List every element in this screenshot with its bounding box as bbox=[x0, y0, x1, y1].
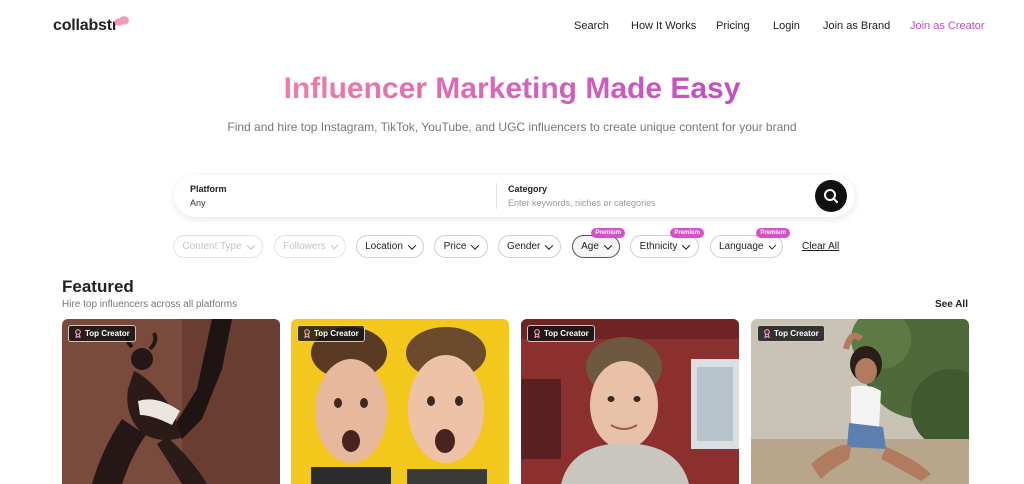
chevron-down-icon bbox=[545, 240, 554, 250]
chevron-down-icon bbox=[682, 240, 691, 250]
filter-label: Content Type bbox=[182, 241, 242, 252]
nav-search[interactable]: Search bbox=[574, 20, 609, 32]
featured-title: Featured bbox=[62, 277, 134, 296]
chevron-down-icon bbox=[407, 240, 417, 250]
filter-gender[interactable]: Gender bbox=[498, 235, 561, 258]
chevron-down-icon bbox=[330, 241, 339, 250]
creator-photo bbox=[291, 319, 509, 484]
filter-content-type[interactable]: Content Type bbox=[173, 235, 263, 258]
award-icon bbox=[534, 329, 540, 338]
search-divider bbox=[496, 183, 497, 209]
filter-language[interactable]: Language Premium bbox=[710, 228, 790, 258]
search-bar: Platform Any Category Enter keywords, ni… bbox=[174, 175, 855, 217]
platform-label: Platform bbox=[190, 184, 227, 194]
filter-label: Ethnicity bbox=[639, 241, 678, 252]
search-icon bbox=[824, 189, 838, 203]
top-creator-badge: Top Creator bbox=[68, 325, 136, 342]
chevron-down-icon bbox=[246, 240, 255, 250]
badge-label: Top Creator bbox=[544, 329, 589, 338]
nav-pricing[interactable]: Pricing bbox=[716, 20, 750, 32]
cloud-logo-icon bbox=[114, 16, 129, 26]
nav-join-as-creator[interactable]: Join as Creator bbox=[910, 20, 985, 32]
filter-ethnicity[interactable]: Ethnicity Premium bbox=[630, 228, 704, 258]
category-input[interactable]: Enter keywords, niches or categories bbox=[508, 198, 656, 208]
filter-location[interactable]: Location bbox=[356, 235, 424, 258]
hero-subtitle: Find and hire top Instagram, TikTok, You… bbox=[227, 120, 797, 134]
award-icon bbox=[75, 329, 81, 338]
platform-select[interactable]: Platform Any bbox=[174, 175, 494, 217]
badge-label: Top Creator bbox=[774, 329, 819, 338]
featured-subtitle: Hire top influencers across all platform… bbox=[62, 299, 238, 310]
creator-card[interactable]: Top Creator bbox=[751, 319, 969, 484]
chevron-down-icon bbox=[768, 241, 776, 249]
premium-badge: Premium bbox=[756, 228, 790, 238]
filter-age[interactable]: Age Premium bbox=[572, 228, 625, 258]
award-icon bbox=[304, 329, 310, 338]
top-creator-badge: Top Creator bbox=[297, 325, 365, 342]
site-header: collabstr Search How It Works Pricing Lo… bbox=[0, 0, 1024, 54]
see-all-link[interactable]: See All bbox=[935, 299, 968, 310]
badge-label: Top Creator bbox=[314, 329, 359, 338]
creator-photo bbox=[521, 319, 739, 484]
filter-label: Age bbox=[581, 241, 599, 252]
creator-card[interactable]: Top Creator bbox=[521, 319, 739, 484]
logo[interactable]: collabstr bbox=[53, 17, 118, 35]
award-icon bbox=[764, 329, 770, 338]
filter-label: Price bbox=[443, 241, 467, 252]
clear-all-link[interactable]: Clear All bbox=[802, 241, 839, 252]
category-label: Category bbox=[508, 184, 548, 194]
creator-card[interactable]: Top Creator bbox=[62, 319, 280, 484]
filter-price[interactable]: Price bbox=[434, 235, 488, 258]
badge-label: Top Creator bbox=[85, 329, 130, 338]
chevron-down-icon bbox=[471, 240, 480, 250]
top-creator-badge: Top Creator bbox=[527, 325, 595, 342]
search-button[interactable] bbox=[815, 180, 847, 212]
nav-join-as-brand[interactable]: Join as Brand bbox=[823, 20, 890, 32]
creator-photo bbox=[62, 319, 280, 484]
nav-how-it-works[interactable]: How It Works bbox=[631, 20, 696, 32]
hero-title: Influencer Marketing Made Easy bbox=[0, 72, 1024, 106]
filter-label: Location bbox=[365, 241, 403, 252]
platform-value: Any bbox=[190, 198, 206, 208]
filter-label: Followers bbox=[283, 241, 326, 252]
premium-badge: Premium bbox=[591, 228, 625, 238]
premium-badge: Premium bbox=[670, 228, 704, 238]
category-field[interactable]: Category Enter keywords, niches or categ… bbox=[498, 175, 808, 217]
top-creator-badge: Top Creator bbox=[757, 325, 825, 342]
nav-login[interactable]: Login bbox=[773, 20, 800, 32]
creator-card[interactable]: Top Creator bbox=[291, 319, 509, 484]
chevron-down-icon bbox=[603, 240, 613, 250]
filter-label: Language bbox=[719, 241, 764, 252]
filter-label: Gender bbox=[507, 241, 541, 252]
creator-photo bbox=[751, 319, 969, 484]
filter-followers[interactable]: Followers bbox=[274, 235, 346, 258]
